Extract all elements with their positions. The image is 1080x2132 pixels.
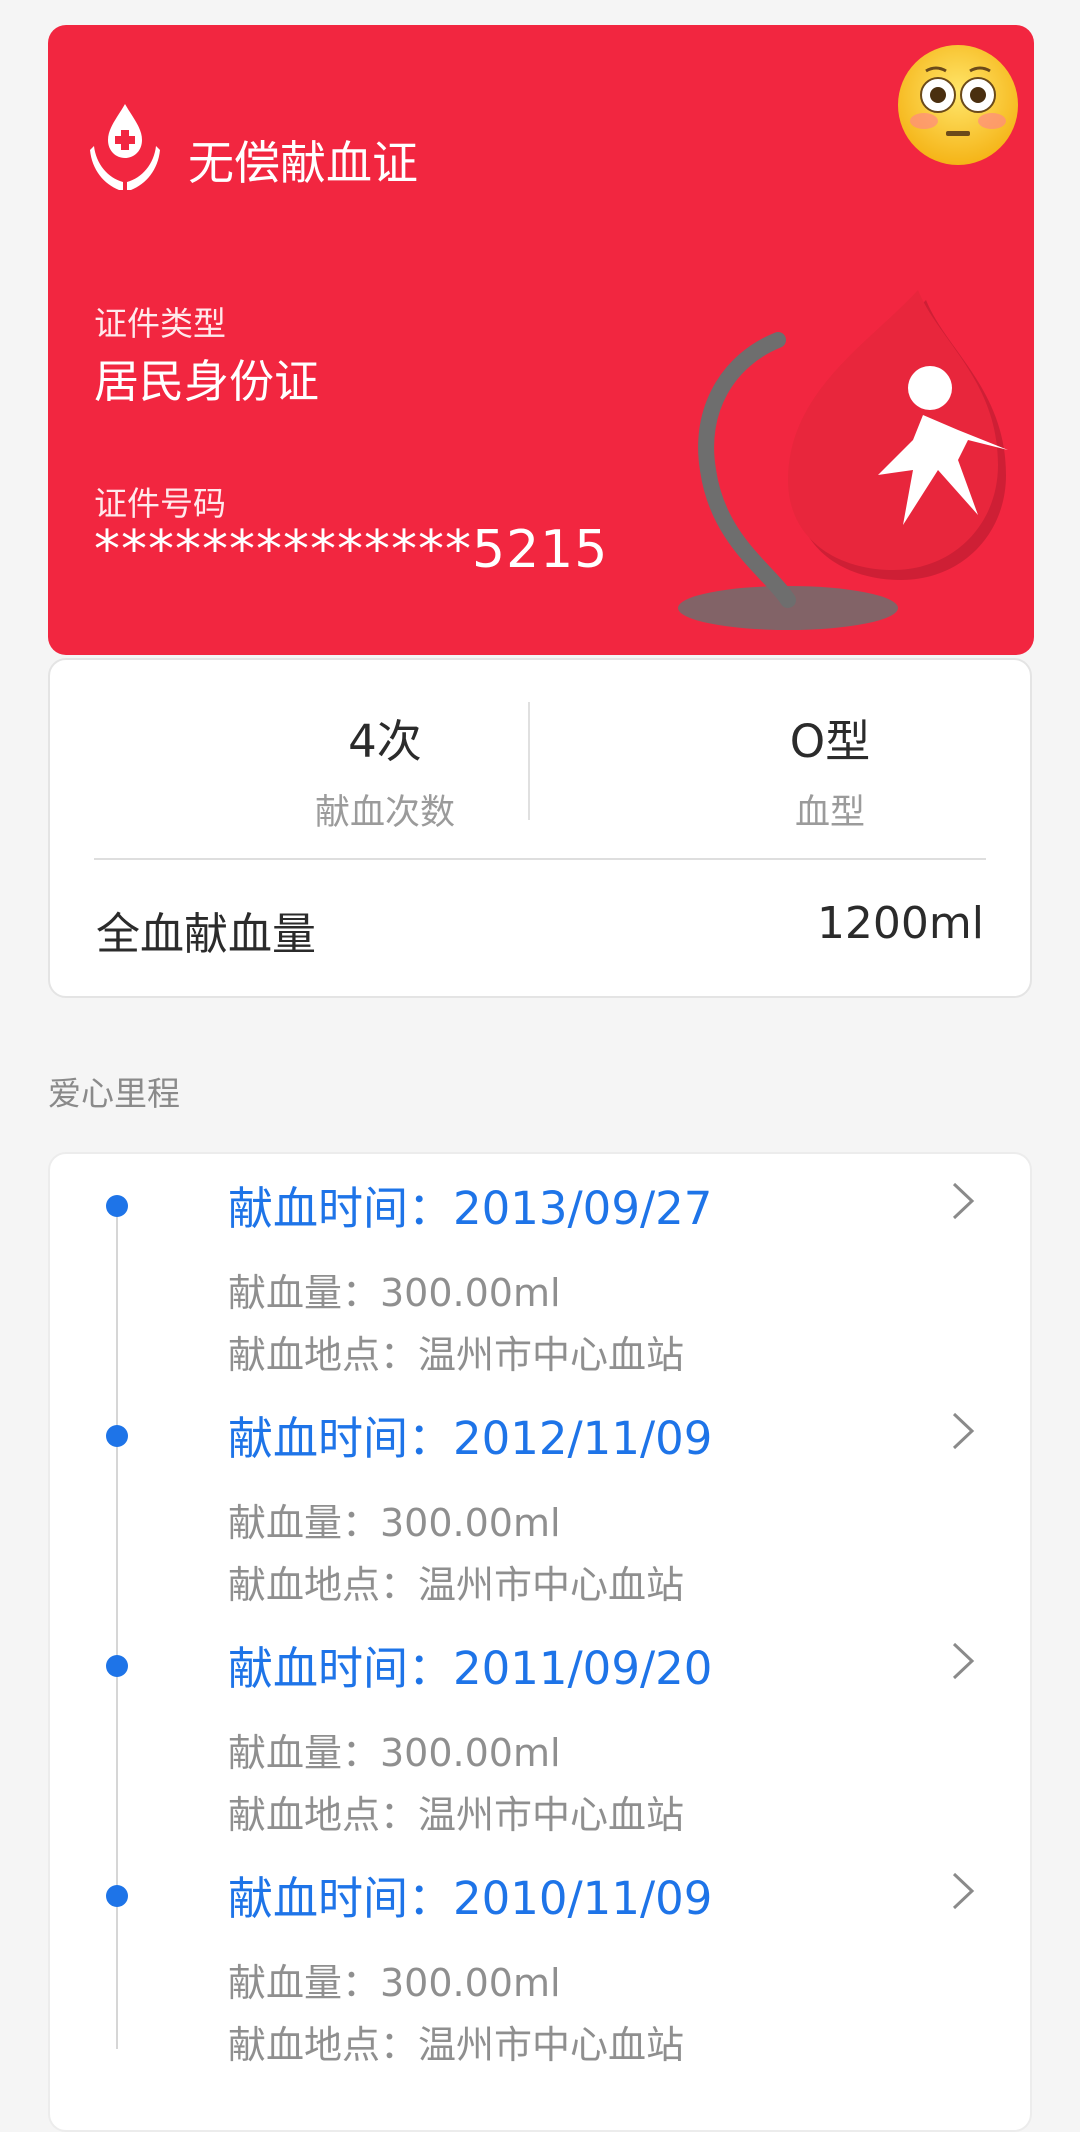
record-amount: 献血量：300.00ml [228, 1501, 561, 1545]
record-time: 献血时间：2013/09/27 [228, 1182, 713, 1235]
flushed-face-emoji[interactable] [896, 43, 1020, 167]
id-number-label: 证件号码 [94, 484, 226, 523]
donation-record-item[interactable]: 献血时间：2011/09/20 献血量：300.00ml 献血地点：温州市中心血… [50, 1614, 1030, 1837]
section-title: 爱心里程 [48, 1074, 180, 1113]
chevron-right-icon[interactable] [950, 1180, 976, 1222]
id-number-value: **************5215 [94, 520, 609, 580]
chevron-right-icon[interactable] [950, 1870, 976, 1912]
record-time: 献血时间：2011/09/20 [228, 1642, 713, 1695]
chevron-right-icon[interactable] [950, 1640, 976, 1682]
stats-divider-vertical [528, 702, 530, 820]
donation-record-item[interactable]: 献血时间：2010/11/09 献血量：300.00ml 献血地点：温州市中心血… [50, 1844, 1030, 2067]
timeline-dot [106, 1425, 128, 1447]
donation-record-item[interactable]: 献血时间：2012/11/09 献血量：300.00ml 献血地点：温州市中心血… [50, 1384, 1030, 1607]
record-amount: 献血量：300.00ml [228, 1961, 561, 2005]
stats-divider-horizontal [94, 858, 986, 860]
blood-mascot-illustration [678, 290, 1008, 630]
blood-type-stat: O型 血型 [630, 705, 1030, 835]
donation-count-label: 献血次数 [314, 793, 455, 833]
card-title: 无偿献血证 [188, 136, 418, 190]
donation-record-item[interactable]: 献血时间：2013/09/27 献血量：300.00ml 献血地点：温州市中心血… [50, 1154, 1030, 1377]
record-location: 献血地点：温州市中心血站 [228, 1333, 685, 1377]
blood-type-label: 血型 [794, 793, 865, 833]
blood-type-value: O型 [789, 715, 871, 768]
donation-certificate-card: 无偿献血证 证件类型 居民身份证 证件号码 **************5215 [48, 25, 1034, 655]
blood-drop-hands-icon [90, 104, 160, 190]
donation-count-value: 4次 [348, 715, 422, 768]
record-location: 献血地点：温州市中心血站 [228, 2023, 685, 2067]
stats-card: 4次 献血次数 O型 血型 全血献血量 1200ml [48, 658, 1032, 998]
record-location: 献血地点：温州市中心血站 [228, 1563, 685, 1607]
timeline-dot [106, 1195, 128, 1217]
record-amount: 献血量：300.00ml [228, 1731, 561, 1775]
record-amount: 献血量：300.00ml [228, 1271, 561, 1315]
total-volume-label: 全血献血量 [96, 909, 316, 960]
record-location: 献血地点：温州市中心血站 [228, 1793, 685, 1837]
timeline-dot [106, 1655, 128, 1677]
id-type-label: 证件类型 [94, 304, 226, 343]
timeline-dot [106, 1885, 128, 1907]
total-volume-value: 1200ml [816, 898, 984, 949]
donation-count-stat: 4次 献血次数 [185, 705, 585, 835]
record-time: 献血时间：2010/11/09 [228, 1872, 713, 1925]
donation-records-list: 献血时间：2013/09/27 献血量：300.00ml 献血地点：温州市中心血… [48, 1152, 1032, 2132]
id-type-value: 居民身份证 [94, 355, 320, 408]
record-time: 献血时间：2012/11/09 [228, 1412, 713, 1465]
chevron-right-icon[interactable] [950, 1410, 976, 1452]
